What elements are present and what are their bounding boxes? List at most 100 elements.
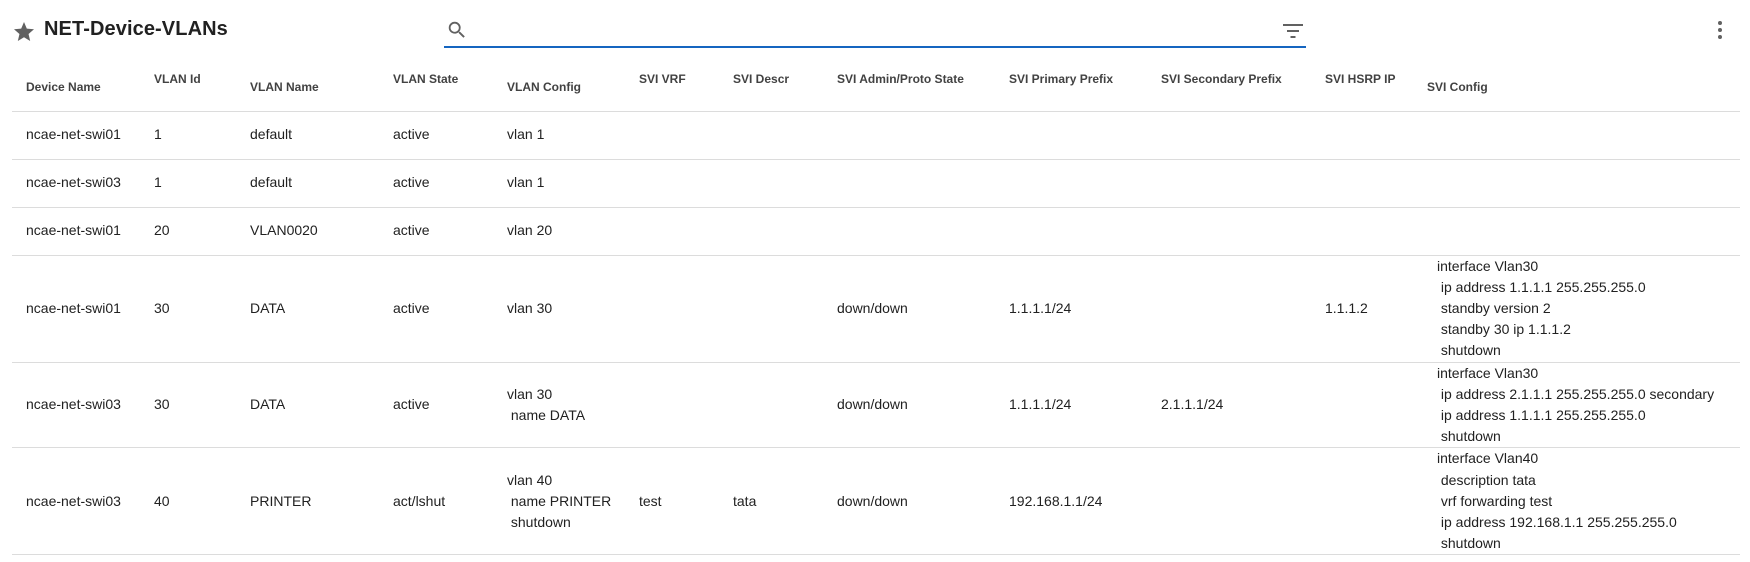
column-header-svi-vrf[interactable]: SVI VRF <box>625 64 719 112</box>
cell-svi-config <box>1423 159 1740 208</box>
cell-svi-primary-prefix <box>995 111 1147 160</box>
cell-svi-admin-proto-state <box>823 159 995 208</box>
cell-svi-vrf: test <box>625 447 719 556</box>
cell-svi-descr: tata <box>719 447 823 556</box>
vlan-table: Device Name VLAN Id VLAN Name VLAN State… <box>12 64 1740 556</box>
cell-device-name: ncae-net-swi03 <box>12 447 140 556</box>
cell-svi-hsrp-ip <box>1311 207 1423 256</box>
cell-svi-admin-proto-state: down/down <box>823 447 995 556</box>
cell-svi-config: interface Vlan40 description tata vrf fo… <box>1423 447 1740 556</box>
toolbar: NET-Device-VLANs <box>0 0 1750 60</box>
cell-vlan-id: 30 <box>140 255 236 363</box>
column-header-svi-config[interactable]: SVI Config <box>1423 64 1740 112</box>
column-header-vlan-config[interactable]: VLAN Config <box>493 64 625 112</box>
more-vert-icon[interactable] <box>1712 18 1728 42</box>
cell-svi-primary-prefix <box>995 207 1147 256</box>
cell-vlan-config: vlan 30 name DATA <box>493 362 625 449</box>
cell-svi-descr <box>719 159 823 208</box>
cell-svi-hsrp-ip <box>1311 447 1423 556</box>
column-header-device-name[interactable]: Device Name <box>12 64 140 112</box>
table-row[interactable]: ncae-net-swi01 20 VLAN0020 active vlan 2… <box>12 207 1740 256</box>
cell-svi-admin-proto-state <box>823 111 995 160</box>
cell-svi-primary-prefix: 1.1.1.1/24 <box>995 362 1147 449</box>
cell-svi-vrf <box>625 362 719 449</box>
cell-vlan-name: default <box>236 159 379 208</box>
cell-svi-admin-proto-state: down/down <box>823 255 995 363</box>
cell-vlan-state: act/lshut <box>379 447 493 556</box>
cell-vlan-state: active <box>379 255 493 363</box>
page-title: NET-Device-VLANs <box>44 18 228 40</box>
table-row[interactable]: ncae-net-swi01 30 DATA active vlan 30 do… <box>12 255 1740 363</box>
cell-vlan-state: active <box>379 362 493 449</box>
column-header-svi-admin-proto-state[interactable]: SVI Admin/Proto State <box>823 64 995 112</box>
cell-svi-descr <box>719 111 823 160</box>
table-header-row: Device Name VLAN Id VLAN Name VLAN State… <box>12 64 1740 112</box>
cell-vlan-config: vlan 40 name PRINTER shutdown <box>493 447 625 556</box>
cell-svi-config <box>1423 207 1740 256</box>
cell-vlan-id: 1 <box>140 159 236 208</box>
search-bar[interactable] <box>444 14 1306 48</box>
cell-svi-vrf <box>625 255 719 363</box>
cell-vlan-state: active <box>379 111 493 160</box>
cell-svi-config: interface Vlan30 ip address 2.1.1.1 255.… <box>1423 362 1740 449</box>
cell-vlan-id: 20 <box>140 207 236 256</box>
cell-svi-secondary-prefix <box>1147 111 1311 160</box>
cell-svi-admin-proto-state: down/down <box>823 362 995 449</box>
column-header-vlan-state[interactable]: VLAN State <box>379 64 493 112</box>
column-header-svi-primary-prefix[interactable]: SVI Primary Prefix <box>995 64 1147 112</box>
cell-svi-hsrp-ip <box>1311 111 1423 160</box>
cell-device-name: ncae-net-swi01 <box>12 111 140 160</box>
table-row[interactable]: ncae-net-swi03 40 PRINTER act/lshut vlan… <box>12 447 1740 556</box>
cell-vlan-name: default <box>236 111 379 160</box>
cell-device-name: ncae-net-swi01 <box>12 255 140 363</box>
search-input[interactable] <box>478 16 1262 46</box>
cell-svi-primary-prefix <box>995 159 1147 208</box>
table-row[interactable]: ncae-net-swi03 30 DATA active vlan 30 na… <box>12 362 1740 449</box>
cell-svi-admin-proto-state <box>823 207 995 256</box>
cell-vlan-name: DATA <box>236 255 379 363</box>
cell-svi-secondary-prefix: 2.1.1.1/24 <box>1147 362 1311 449</box>
cell-vlan-state: active <box>379 159 493 208</box>
cell-device-name: ncae-net-swi01 <box>12 207 140 256</box>
cell-vlan-config: vlan 1 <box>493 111 625 160</box>
column-header-svi-secondary-prefix[interactable]: SVI Secondary Prefix <box>1147 64 1311 112</box>
cell-svi-vrf <box>625 207 719 256</box>
column-header-vlan-id[interactable]: VLAN Id <box>140 64 236 112</box>
search-icon <box>446 19 468 41</box>
cell-svi-descr <box>719 255 823 363</box>
cell-svi-secondary-prefix <box>1147 159 1311 208</box>
cell-svi-config: interface Vlan30 ip address 1.1.1.1 255.… <box>1423 255 1740 363</box>
cell-svi-secondary-prefix <box>1147 207 1311 256</box>
cell-svi-secondary-prefix <box>1147 447 1311 556</box>
cell-svi-secondary-prefix <box>1147 255 1311 363</box>
column-header-svi-hsrp-ip[interactable]: SVI HSRP IP <box>1311 64 1423 112</box>
cell-vlan-config: vlan 20 <box>493 207 625 256</box>
cell-vlan-name: PRINTER <box>236 447 379 556</box>
cell-vlan-name: VLAN0020 <box>236 207 379 256</box>
cell-vlan-id: 40 <box>140 447 236 556</box>
cell-svi-hsrp-ip <box>1311 362 1423 449</box>
cell-svi-hsrp-ip: 1.1.1.2 <box>1311 255 1423 363</box>
column-header-svi-descr[interactable]: SVI Descr <box>719 64 823 112</box>
cell-svi-vrf <box>625 159 719 208</box>
cell-vlan-config: vlan 30 <box>493 255 625 363</box>
table-row[interactable]: ncae-net-swi03 1 default active vlan 1 <box>12 159 1740 208</box>
cell-vlan-id: 30 <box>140 362 236 449</box>
cell-svi-vrf <box>625 111 719 160</box>
table-row[interactable]: ncae-net-swi01 1 default active vlan 1 <box>12 111 1740 160</box>
cell-svi-primary-prefix: 192.168.1.1/24 <box>995 447 1147 556</box>
cell-vlan-state: active <box>379 207 493 256</box>
cell-device-name: ncae-net-swi03 <box>12 159 140 208</box>
cell-device-name: ncae-net-swi03 <box>12 362 140 449</box>
cell-vlan-name: DATA <box>236 362 379 449</box>
cell-svi-primary-prefix: 1.1.1.1/24 <box>995 255 1147 363</box>
cell-vlan-config: vlan 1 <box>493 159 625 208</box>
cell-svi-config <box>1423 111 1740 160</box>
star-icon[interactable] <box>12 20 36 44</box>
filter-icon[interactable] <box>1282 22 1304 40</box>
cell-svi-descr <box>719 362 823 449</box>
cell-svi-descr <box>719 207 823 256</box>
column-header-vlan-name[interactable]: VLAN Name <box>236 64 379 112</box>
cell-svi-hsrp-ip <box>1311 159 1423 208</box>
cell-vlan-id: 1 <box>140 111 236 160</box>
